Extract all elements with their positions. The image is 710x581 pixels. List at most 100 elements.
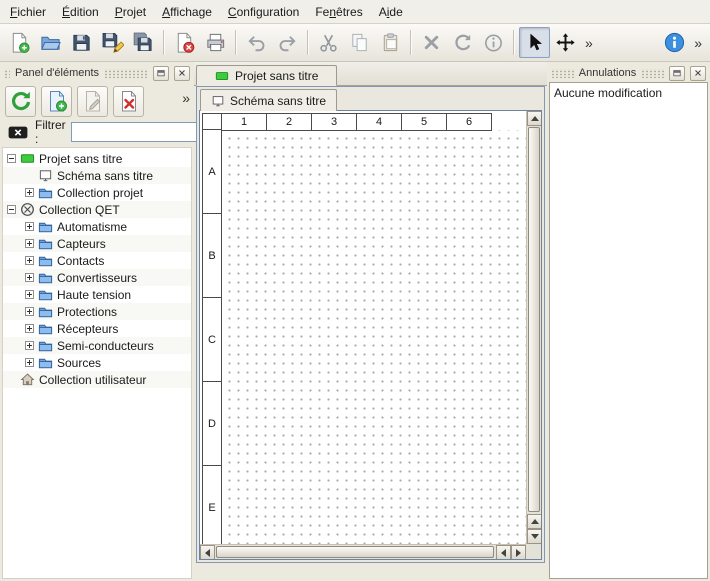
clear-filter-icon (7, 124, 29, 141)
collapse-expander-icon[interactable] (7, 154, 16, 163)
filter-label: Filtrer : (35, 118, 66, 146)
tree-item-project[interactable]: Projet sans titre (3, 150, 191, 167)
undo-list-item[interactable]: Aucune modification (550, 83, 707, 103)
tree-item-haute-tension[interactable]: Haute tension (3, 286, 191, 303)
tree-item-label: Haute tension (57, 288, 131, 302)
tree-item-protections[interactable]: Protections (3, 303, 191, 320)
expand-expander-icon[interactable] (25, 358, 34, 367)
collapse-expander-icon[interactable] (7, 205, 16, 214)
horizontal-scroll-thumb[interactable] (216, 546, 494, 558)
folder-icon (38, 321, 53, 336)
scroll-right-button[interactable] (511, 545, 526, 560)
save-as-button[interactable] (97, 27, 128, 58)
tree-item-label: Projet sans titre (39, 152, 122, 166)
dock-grip (641, 69, 664, 78)
scroll-down-button[interactable] (527, 529, 542, 544)
panel-toolbar-overflow-button[interactable]: » (182, 90, 190, 106)
close-file-button[interactable] (169, 27, 200, 58)
expand-expander-icon[interactable] (25, 273, 34, 282)
tab-projet-sans-titre[interactable]: Projet sans titre (196, 65, 337, 86)
folder-icon (38, 287, 53, 302)
expand-expander-icon[interactable] (25, 239, 34, 248)
scroll-left-button[interactable] (200, 545, 215, 560)
expand-expander-icon[interactable] (25, 256, 34, 265)
elements-tree: Projet sans titre Schéma sans titre Coll… (2, 147, 192, 579)
tree-item-automatisme[interactable]: Automatisme (3, 218, 191, 235)
delete-element-button[interactable] (113, 86, 144, 117)
print-button[interactable] (200, 27, 231, 58)
menu-projet[interactable]: Projet (107, 0, 154, 23)
menu-edition[interactable]: Édition (54, 0, 107, 23)
undo-history-list[interactable]: Aucune modification (549, 82, 708, 579)
new-element-button[interactable] (41, 86, 72, 117)
menu-configuration[interactable]: Configuration (220, 0, 307, 23)
tree-item-collection-projet[interactable]: Collection projet (3, 184, 191, 201)
tree-item-sources[interactable]: Sources (3, 354, 191, 371)
expand-expander-icon[interactable] (25, 307, 34, 316)
tree-item-convertisseurs[interactable]: Convertisseurs (3, 269, 191, 286)
tree-item-capteurs[interactable]: Capteurs (3, 235, 191, 252)
toolbar-overflow-button[interactable]: » (581, 27, 597, 58)
expand-expander-icon[interactable] (25, 324, 34, 333)
diagram-canvas[interactable] (221, 130, 526, 544)
undo-button[interactable] (241, 27, 272, 58)
cut-button[interactable] (313, 27, 344, 58)
scrollbar-corner (526, 544, 541, 559)
tab-schema-sans-titre[interactable]: Schéma sans titre (200, 89, 337, 111)
toolbar-separator (410, 30, 412, 55)
pan-mode-button[interactable] (550, 27, 581, 58)
tree-item-schema[interactable]: Schéma sans titre (3, 167, 191, 184)
toolbar-separator (513, 30, 515, 55)
horizontal-scrollbar[interactable] (200, 544, 526, 559)
subtab-label: Schéma sans titre (230, 94, 326, 108)
element-info-button[interactable] (478, 27, 509, 58)
redo-button[interactable] (272, 27, 303, 58)
elements-panel-dock: Panel d'éléments » (0, 62, 194, 581)
new-project-button[interactable] (4, 27, 35, 58)
rotate-button[interactable] (447, 27, 478, 58)
tree-item-label: Collection QET (39, 203, 120, 217)
dock-float-button[interactable] (153, 66, 169, 81)
tree-item-collection-qet[interactable]: Collection QET (3, 201, 191, 218)
dock-close-button[interactable] (174, 66, 190, 81)
close-icon (177, 68, 187, 78)
row-header: B (202, 213, 222, 298)
about-info-button[interactable] (659, 27, 690, 58)
tree-item-label: Collection projet (57, 186, 143, 200)
scroll-up-button[interactable] (527, 111, 542, 126)
vertical-scrollbar[interactable] (526, 111, 541, 544)
menu-fenetres[interactable]: Fenêtres (307, 0, 370, 23)
tree-item-label: Contacts (57, 254, 104, 268)
menu-aide[interactable]: Aide (371, 0, 411, 23)
print-icon (204, 31, 227, 54)
delete-button[interactable] (416, 27, 447, 58)
clear-filter-button[interactable] (6, 123, 30, 142)
dock-close-button[interactable] (690, 66, 706, 81)
open-project-button[interactable] (35, 27, 66, 58)
tree-item-contacts[interactable]: Contacts (3, 252, 191, 269)
tree-item-semi-conducteurs[interactable]: Semi-conducteurs (3, 337, 191, 354)
edit-element-button[interactable] (77, 86, 108, 117)
selection-mode-button[interactable] (519, 27, 550, 58)
tree-item-collection-utilisateur[interactable]: Collection utilisateur (3, 371, 191, 388)
paste-button[interactable] (375, 27, 406, 58)
save-button[interactable] (66, 27, 97, 58)
scroll-up-button-2[interactable] (527, 514, 542, 529)
reload-collections-button[interactable] (5, 86, 36, 117)
scroll-left-button-2[interactable] (496, 545, 511, 560)
cut-icon (317, 31, 340, 54)
menu-affichage[interactable]: Affichage (154, 0, 220, 23)
save-all-button[interactable] (128, 27, 159, 58)
row-header: E (202, 465, 222, 544)
copy-button[interactable] (344, 27, 375, 58)
menu-fichier[interactable]: Fichier (2, 0, 54, 23)
expand-expander-icon[interactable] (25, 290, 34, 299)
expand-expander-icon[interactable] (25, 188, 34, 197)
vertical-scroll-thumb[interactable] (528, 127, 540, 512)
expand-expander-icon[interactable] (25, 341, 34, 350)
tree-item-recepteurs[interactable]: Récepteurs (3, 320, 191, 337)
dock-float-button[interactable] (669, 66, 685, 81)
workspace: Projet sans titre Schéma sans titre 1 2 … (194, 62, 547, 581)
expand-expander-icon[interactable] (25, 222, 34, 231)
toolbar-overflow-button-2[interactable]: » (690, 27, 706, 58)
